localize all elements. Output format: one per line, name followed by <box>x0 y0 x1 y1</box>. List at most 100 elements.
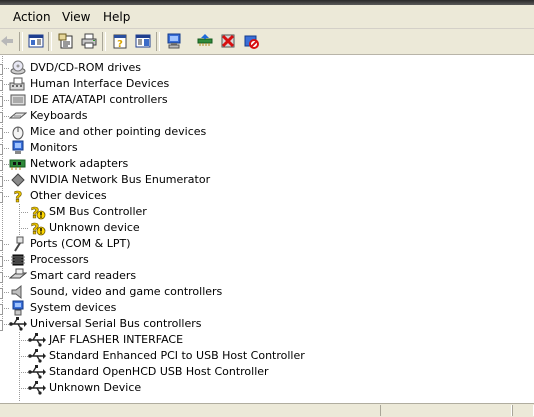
tree-node-label: System devices <box>30 301 117 314</box>
usb-icon <box>9 316 27 332</box>
tree-node-label: Sound, video and game controllers <box>30 285 223 298</box>
tree-node-universal-serial-bus-controllers[interactable]: Universal Serial Bus controllers <box>0 316 534 332</box>
unknown-device-icon: ? <box>9 188 27 204</box>
properties-icon[interactable] <box>57 32 75 50</box>
tree-node-standard-openhcd-usb-host-controller[interactable]: Standard OpenHCD USB Host Controller <box>0 364 534 380</box>
bus-enumerator-icon <box>9 172 27 188</box>
disable-icon[interactable] <box>242 32 260 50</box>
expand-collapse-toggle[interactable] <box>0 304 3 315</box>
expand-collapse-toggle[interactable] <box>0 64 3 75</box>
tree-node-label: SM Bus Controller <box>49 205 147 218</box>
smart-card-icon <box>9 268 27 284</box>
tree-node-label: Unknown device <box>49 221 140 234</box>
expand-collapse-toggle[interactable] <box>0 112 3 123</box>
tree-node-other-devices[interactable]: ? Other devices <box>0 188 534 204</box>
tree-node-unknown-device[interactable]: ? Unknown device <box>0 220 534 236</box>
tree-node-sound-video-and-game-controllers[interactable]: Sound, video and game controllers <box>0 284 534 300</box>
sound-icon <box>9 284 27 300</box>
menu-action[interactable]: Action <box>11 9 53 25</box>
warning-device-icon: ? <box>28 220 46 236</box>
tree-node-monitors[interactable]: Monitors <box>0 140 534 156</box>
expand-collapse-toggle[interactable] <box>0 160 3 171</box>
svg-text:?: ? <box>14 188 23 204</box>
tree-node-label: Processors <box>30 253 89 266</box>
tree-node-unknown-device[interactable]: Unknown Device <box>0 380 534 396</box>
tree-node-keyboards[interactable]: Keyboards <box>0 108 534 124</box>
tree-node-sm-bus-controller[interactable]: ? SM Bus Controller <box>0 204 534 220</box>
uninstall-icon[interactable] <box>219 32 237 50</box>
expand-collapse-toggle[interactable] <box>0 240 3 251</box>
print-icon[interactable] <box>80 32 98 50</box>
svg-text:?: ? <box>117 39 123 49</box>
tree-node-label: Mice and other pointing devices <box>30 125 207 138</box>
toolbar-separator <box>156 32 160 51</box>
tree-node-system-devices[interactable]: System devices <box>0 300 534 316</box>
tree-node-label: Universal Serial Bus controllers <box>30 317 202 330</box>
expand-collapse-toggle[interactable] <box>0 128 3 139</box>
status-panel <box>380 405 512 416</box>
expand-collapse-toggle[interactable] <box>0 96 3 107</box>
tree-node-label: Unknown Device <box>49 381 142 394</box>
tree-node-label: Smart card readers <box>30 269 137 282</box>
console-tree-icon[interactable] <box>27 32 45 50</box>
menu-view[interactable]: View <box>60 9 92 25</box>
keyboard-icon <box>9 108 27 124</box>
tree-node-label: Monitors <box>30 141 78 154</box>
port-icon <box>9 236 27 252</box>
system-device-icon <box>9 300 27 316</box>
tree-node-label: Standard OpenHCD USB Host Controller <box>49 365 269 378</box>
device-tree: DVD/CD-ROM drives Human Interface Devices… <box>0 56 534 402</box>
toolbar-separator <box>102 32 106 51</box>
tree-node-ide-ata-atapi-controllers[interactable]: IDE ATA/ATAPI controllers <box>0 92 534 108</box>
expand-collapse-toggle[interactable] <box>0 288 3 299</box>
tree-node-mice-and-other-pointing-devices[interactable]: Mice and other pointing devices <box>0 124 534 140</box>
tree-node-ports-com-lpt[interactable]: Ports (COM & LPT) <box>0 236 534 252</box>
update-driver-icon[interactable] <box>196 32 214 50</box>
monitor-icon <box>9 140 27 156</box>
network-adapter-icon <box>9 156 27 172</box>
show-hide-icon[interactable] <box>134 32 152 50</box>
scan-hardware-icon[interactable] <box>165 32 183 50</box>
tree-node-label: Standard Enhanced PCI to USB Host Contro… <box>49 349 305 362</box>
tree-node-label: JAF FLASHER INTERFACE <box>49 333 184 346</box>
expand-collapse-toggle[interactable] <box>0 272 3 283</box>
tree-node-label: Network adapters <box>30 157 129 170</box>
tree-node-label: Ports (COM & LPT) <box>30 237 131 250</box>
tree-node-processors[interactable]: Processors <box>0 252 534 268</box>
usb-icon <box>28 332 46 348</box>
processor-icon <box>9 252 27 268</box>
usb-icon <box>28 380 46 396</box>
status-panel <box>512 405 534 416</box>
dvd-drive-icon <box>9 60 27 76</box>
usb-icon <box>28 364 46 380</box>
menu-help[interactable]: Help <box>101 9 132 25</box>
device-manager-window: Action View Help ? DVD/CD-ROM drives Hum… <box>0 0 534 417</box>
tree-node-jaf-flasher-interface[interactable]: JAF FLASHER INTERFACE <box>0 332 534 348</box>
tree-node-label: DVD/CD-ROM drives <box>30 61 141 74</box>
expand-collapse-toggle[interactable] <box>0 176 3 187</box>
expand-collapse-toggle[interactable] <box>0 320 3 331</box>
expand-collapse-toggle[interactable] <box>0 256 3 267</box>
hid-icon <box>9 76 27 92</box>
tree-node-nvidia-network-bus-enumerator[interactable]: NVIDIA Network Bus Enumerator <box>0 172 534 188</box>
help-icon[interactable]: ? <box>111 32 129 50</box>
tree-node-smart-card-readers[interactable]: Smart card readers <box>0 268 534 284</box>
mouse-icon <box>9 124 27 140</box>
expand-collapse-toggle[interactable] <box>0 192 3 203</box>
tree-node-human-interface-devices[interactable]: Human Interface Devices <box>0 76 534 92</box>
tree-node-label: Other devices <box>30 189 107 202</box>
toolbar: ? <box>0 29 534 55</box>
back-icon[interactable] <box>0 32 16 50</box>
menu-bar: Action View Help <box>0 5 534 29</box>
expand-collapse-toggle[interactable] <box>0 144 3 155</box>
ide-controller-icon <box>9 92 27 108</box>
tree-node-network-adapters[interactable]: Network adapters <box>0 156 534 172</box>
tree-node-label: Human Interface Devices <box>30 77 170 90</box>
tree-node-label: Keyboards <box>30 109 88 122</box>
toolbar-separator <box>48 32 52 51</box>
usb-icon <box>28 348 46 364</box>
tree-node-standard-enhanced-pci-to-usb-host-controller[interactable]: Standard Enhanced PCI to USB Host Contro… <box>0 348 534 364</box>
tree-node-dvd-cd-rom-drives[interactable]: DVD/CD-ROM drives <box>0 60 534 76</box>
tree-node-label: NVIDIA Network Bus Enumerator <box>30 173 211 186</box>
expand-collapse-toggle[interactable] <box>0 80 3 91</box>
